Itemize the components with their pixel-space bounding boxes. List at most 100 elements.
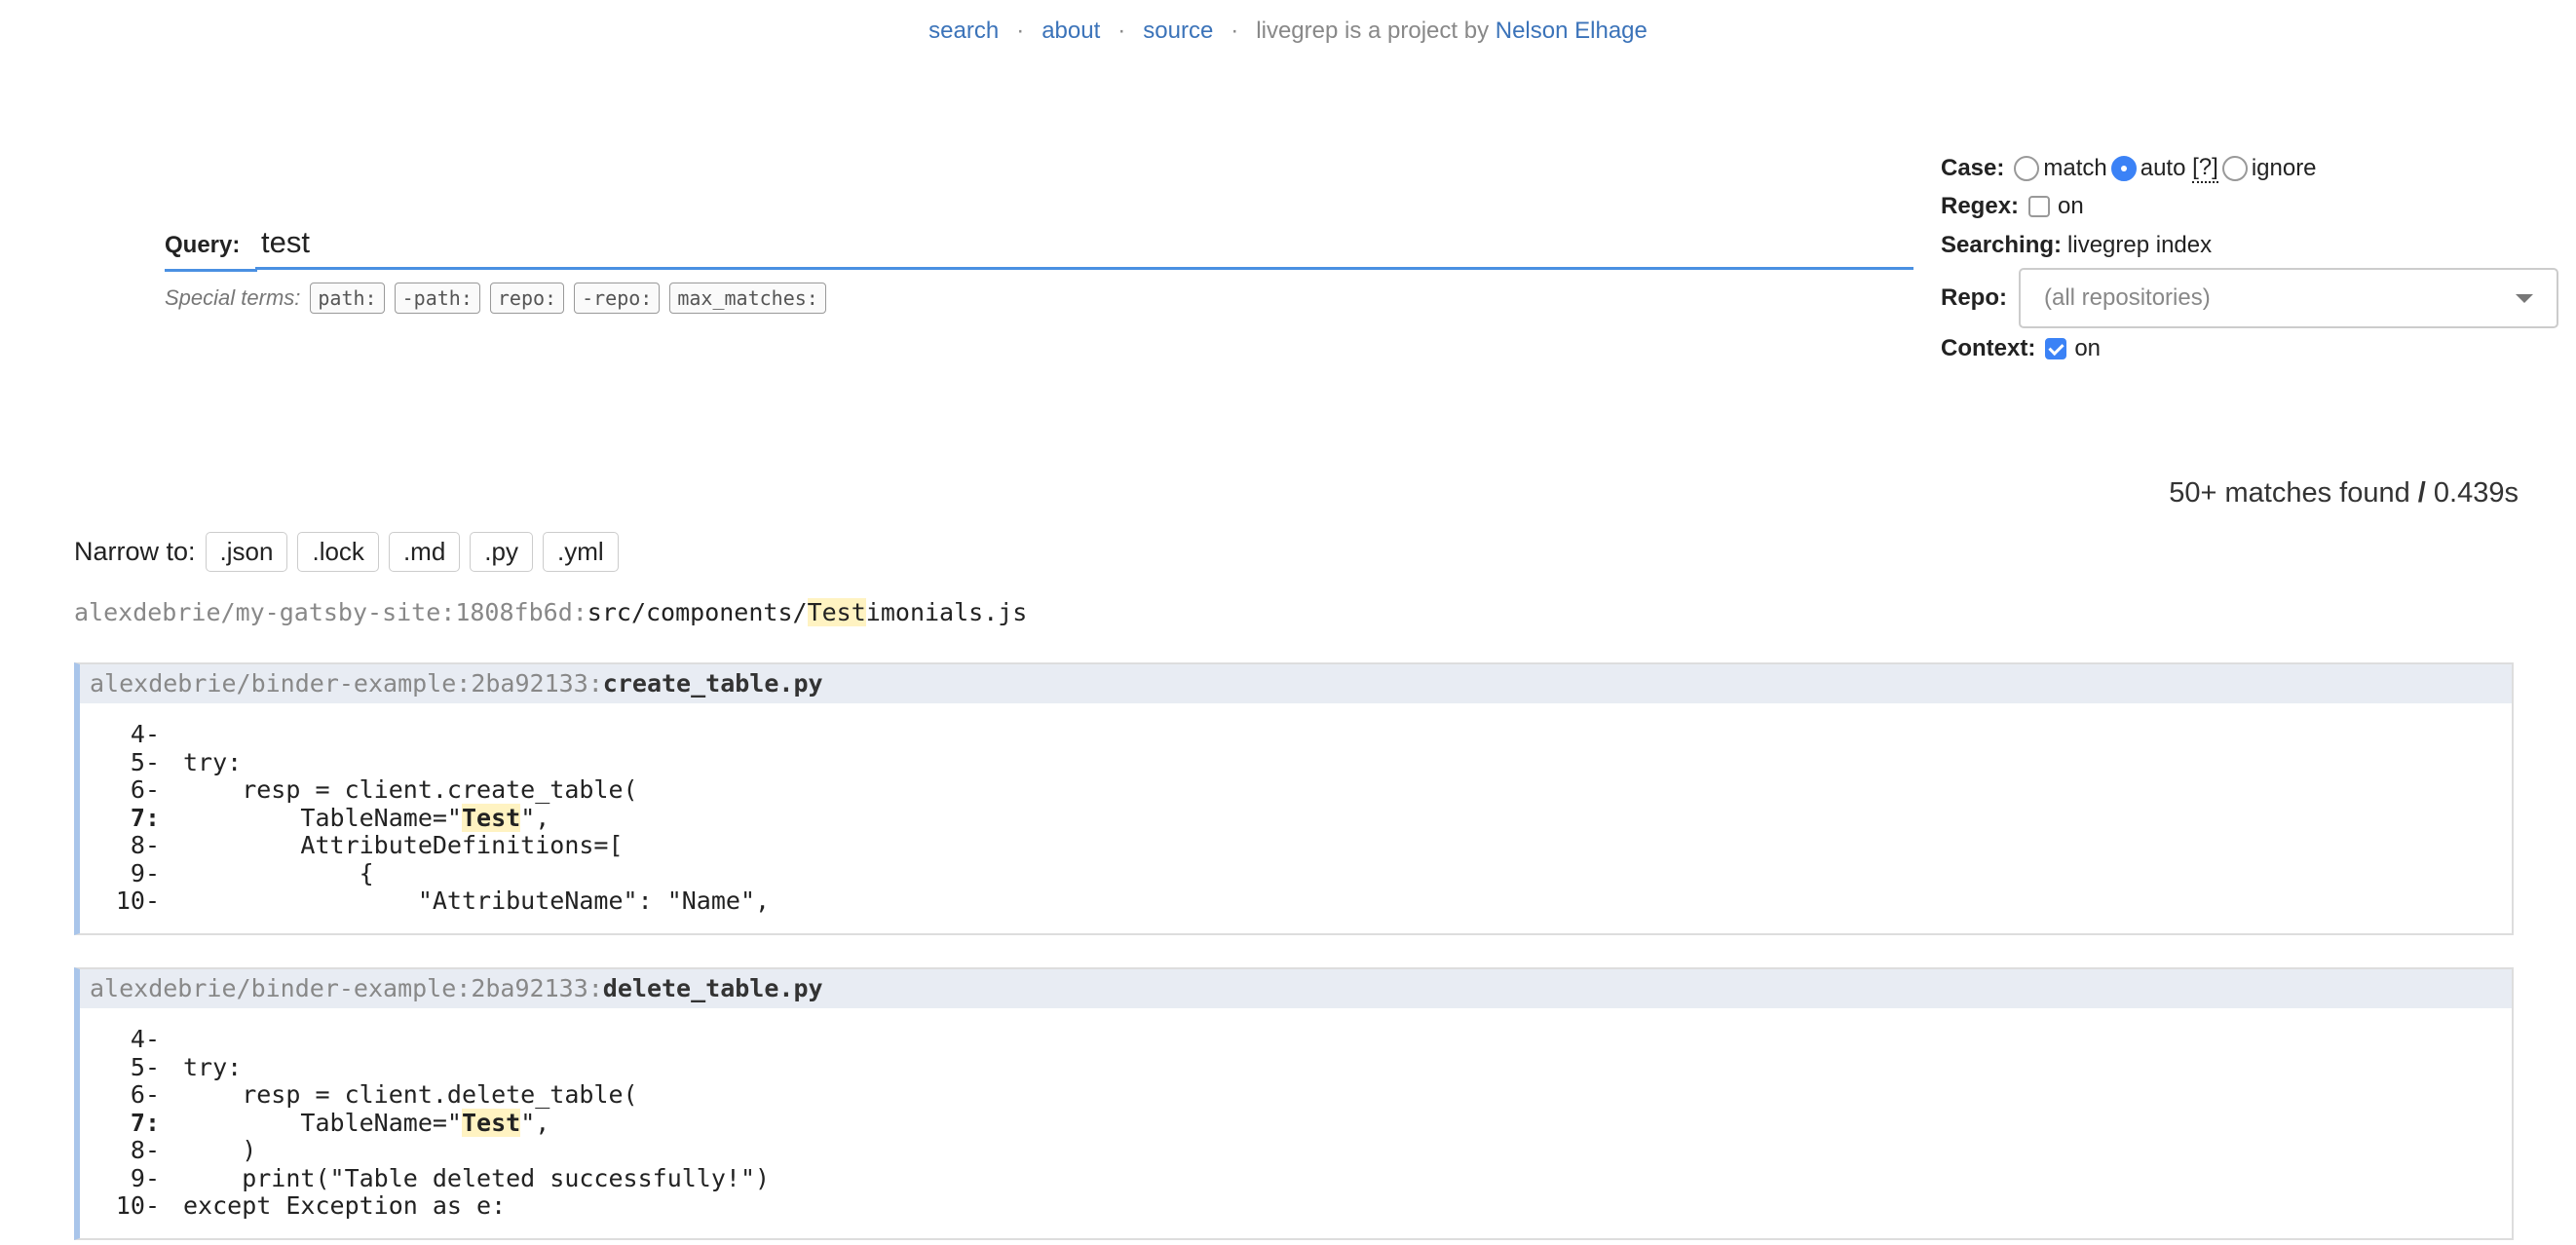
line-text-part: TableName="	[183, 803, 462, 832]
code-line: 8- AttributeDefinitions=[	[80, 831, 2512, 860]
code-line: 6- resp = client.delete_table(	[80, 1080, 2512, 1110]
code-snippet: 4- 5- try: 6- resp = client.delete_table(7:…	[80, 1008, 2512, 1238]
narrow-md-button[interactable]: .md	[388, 532, 461, 572]
code-line: 7: TableName="Test",	[80, 803, 2512, 833]
top-nav: search · about · source · livegrep is a projec…	[0, 18, 2576, 45]
match-highlight: Test	[461, 1108, 521, 1137]
narrow-lock-button[interactable]: .lock	[297, 532, 379, 572]
line-number-link[interactable]: 8-	[80, 1136, 166, 1165]
file-match-highlight: Test	[807, 598, 866, 626]
query-underline	[165, 269, 257, 272]
line-number-link[interactable]: 8-	[80, 831, 166, 860]
query-input[interactable]	[255, 218, 1913, 270]
file-match-link[interactable]: alexdebrie/my-gatsby-site:1808fb6d:src/c…	[74, 598, 1027, 626]
code-line: 8- )	[80, 1136, 2512, 1165]
repo-select-value: (all repositories)	[2044, 284, 2211, 311]
context-value: on	[2074, 335, 2102, 361]
line-text: resp = client.create_table(	[166, 775, 637, 805]
narrow-py-button[interactable]: .py	[470, 532, 533, 572]
case-match-radio[interactable]	[2014, 156, 2040, 181]
line-text: resp = client.delete_table(	[166, 1080, 638, 1110]
case-ignore-radio[interactable]	[2221, 156, 2248, 181]
line-text: TableName="Test",	[166, 803, 550, 833]
line-text: print("Table deleted successfully!")	[166, 1163, 771, 1193]
code-line: 10- "AttributeName": "Name",	[80, 887, 2512, 916]
line-number-link[interactable]: 5-	[80, 748, 166, 777]
case-ignore-label[interactable]: ignore	[2252, 155, 2317, 182]
line-text-part: {	[183, 858, 374, 887]
line-number-link[interactable]: 5-	[80, 1053, 166, 1082]
line-number-link[interactable]: 9-	[80, 859, 166, 888]
result-filename[interactable]: delete_table.py	[603, 974, 823, 1002]
special-terms-label: Special terms:	[165, 285, 301, 310]
special-term-path[interactable]: path:	[310, 283, 385, 314]
line-text: TableName="Test",	[166, 1108, 550, 1138]
special-term-not-path[interactable]: -path:	[394, 283, 480, 314]
special-term-not-repo[interactable]: -repo:	[574, 283, 661, 314]
line-number-link[interactable]: 6-	[80, 775, 166, 805]
line-number-link[interactable]: 10-	[80, 1191, 166, 1221]
line-text: try:	[166, 1052, 243, 1082]
special-term-max-matches[interactable]: max_matches:	[669, 283, 826, 314]
context-row: Context: on	[1941, 335, 2101, 362]
repo-select[interactable]: (all repositories)	[2019, 268, 2558, 328]
line-text-part: ",	[520, 803, 550, 832]
credit-text: livegrep is a project by	[1256, 18, 1490, 44]
result-header[interactable]: alexdebrie/binder-example:2ba92133:delet…	[80, 969, 2512, 1008]
narrow-label: Narrow to:	[74, 537, 196, 566]
result-block: alexdebrie/binder-example:2ba92133:creat…	[74, 662, 2514, 935]
result-repo: alexdebrie/binder-example:2ba92133:	[90, 974, 603, 1002]
chevron-down-icon	[2516, 293, 2533, 303]
nav-about-link[interactable]: about	[1042, 18, 1100, 44]
nav-separator: ·	[1016, 18, 1025, 44]
line-number-link[interactable]: 4-	[80, 720, 166, 749]
case-match-label[interactable]: match	[2043, 155, 2106, 182]
line-text-part: TableName="	[183, 1108, 462, 1137]
narrow-yml-button[interactable]: .yml	[542, 532, 619, 572]
line-text-part: "AttributeName": "Name",	[183, 887, 771, 915]
nav-source-link[interactable]: source	[1143, 18, 1213, 44]
code-line: 10- except Exception as e:	[80, 1191, 2512, 1221]
repo-label: Repo:	[1941, 284, 2007, 311]
code-line: 9- {	[80, 858, 2512, 888]
nav-separator: ·	[1118, 18, 1126, 44]
context-checkbox[interactable]	[2045, 338, 2067, 359]
line-text-part: resp = client.delete_table(	[183, 1080, 638, 1109]
line-number-link[interactable]: 6-	[80, 1080, 166, 1110]
matches-slash: /	[2417, 477, 2426, 509]
narrow-json-button[interactable]: .json	[205, 532, 288, 572]
result-filename[interactable]: create_table.py	[603, 669, 823, 698]
line-number-link[interactable]: 7:	[80, 1109, 166, 1138]
line-number-link[interactable]: 10-	[80, 887, 166, 916]
regex-row: Regex: on	[1941, 193, 2084, 220]
author-link[interactable]: Nelson Elhage	[1496, 18, 1648, 44]
file-match-dir: src/components/	[587, 598, 808, 626]
code-snippet: 4- 5- try: 6- resp = client.create_table(7:…	[80, 703, 2512, 933]
code-line: 4-	[80, 720, 2512, 749]
special-term-repo[interactable]: repo:	[489, 283, 565, 314]
case-row: Case: match auto [?] ignore	[1941, 154, 2317, 183]
case-auto-label[interactable]: auto	[2140, 155, 2186, 182]
line-number-link[interactable]: 4-	[80, 1025, 166, 1054]
code-line: 4-	[80, 1025, 2512, 1054]
line-text-part: print("Table deleted successfully!")	[183, 1163, 771, 1192]
regex-checkbox[interactable]	[2028, 196, 2051, 217]
line-number-link[interactable]: 7:	[80, 804, 166, 833]
search-time: 0.439s	[2433, 477, 2519, 509]
searching-row: Searching: livegrep index	[1941, 232, 2212, 259]
regex-value: on	[2058, 193, 2084, 219]
line-text: )	[166, 1136, 256, 1165]
line-text-part: except Exception as e:	[183, 1191, 507, 1220]
matches-count: 50+ matches found	[2169, 477, 2410, 509]
line-text-part: AttributeDefinitions=[	[183, 831, 624, 859]
line-number-link[interactable]: 9-	[80, 1164, 166, 1193]
nav-search-link[interactable]: search	[928, 18, 999, 44]
file-match-repo: alexdebrie/my-gatsby-site:1808fb6d:	[74, 598, 587, 626]
result-header[interactable]: alexdebrie/binder-example:2ba92133:creat…	[80, 664, 2512, 703]
line-text-part: try:	[183, 1052, 243, 1081]
code-line: 7: TableName="Test",	[80, 1108, 2512, 1138]
searching-value: livegrep index	[2067, 232, 2213, 258]
case-auto-radio[interactable]	[2110, 156, 2137, 181]
line-text-part: ",	[520, 1108, 550, 1137]
case-help-link[interactable]: [?]	[2192, 154, 2218, 183]
